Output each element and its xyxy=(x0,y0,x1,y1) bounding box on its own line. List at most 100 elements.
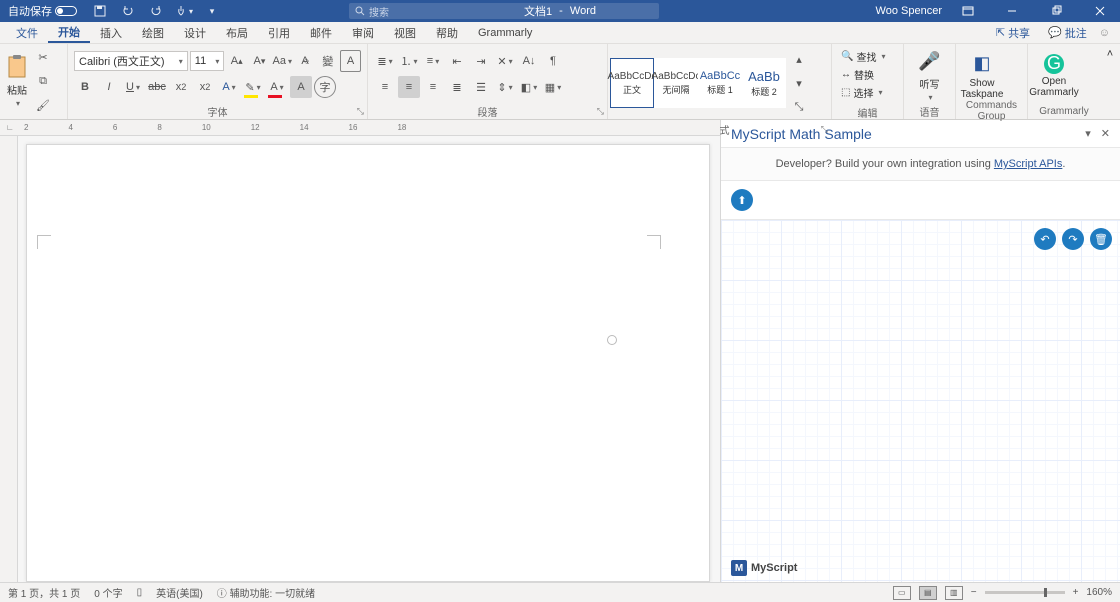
borders-icon[interactable]: ▦▾ xyxy=(542,76,564,98)
align-center-icon[interactable]: ≡ xyxy=(398,76,420,98)
word-count[interactable]: 0 个字 xyxy=(94,585,122,600)
tab-view[interactable]: 视图 xyxy=(384,22,426,43)
zoom-out-icon[interactable]: − xyxy=(971,587,977,598)
enclose-chars-icon[interactable]: A xyxy=(340,50,361,72)
highlight-icon[interactable]: ✎▾ xyxy=(242,76,264,98)
show-taskpane-button[interactable]: ◧ Show Taskpane xyxy=(956,48,1008,100)
restore-icon[interactable] xyxy=(1038,0,1074,22)
comments-button[interactable]: 💬批注 xyxy=(1042,25,1093,41)
horizontal-ruler[interactable]: ∟ 24681012141618 xyxy=(0,120,720,136)
save-icon[interactable] xyxy=(93,4,107,18)
line-spacing-icon[interactable]: ⇕▾ xyxy=(494,76,516,98)
dictate-button[interactable]: 🎤 听写▾ xyxy=(904,46,955,102)
phonetic-guide-icon[interactable]: 變 xyxy=(317,50,338,72)
vertical-ruler[interactable] xyxy=(0,136,18,582)
print-layout-icon[interactable]: ▤ xyxy=(919,586,937,600)
tab-selector-icon[interactable]: ∟ xyxy=(6,123,14,132)
style-heading1[interactable]: AaBbCc标题 1 xyxy=(698,58,742,108)
qat-customize-icon[interactable]: ▾ xyxy=(205,4,219,18)
upload-button[interactable]: ⬆ xyxy=(731,189,753,211)
minimize-icon[interactable] xyxy=(994,0,1030,22)
touch-mode-icon[interactable]: ▾ xyxy=(177,4,191,18)
zoom-in-icon[interactable]: + xyxy=(1073,587,1079,598)
ribbon-display-icon[interactable] xyxy=(950,0,986,22)
spellcheck-icon[interactable]: ▯ xyxy=(137,587,143,598)
change-case-icon[interactable]: Aa▾ xyxy=(272,50,293,72)
web-layout-icon[interactable]: ▥ xyxy=(945,586,963,600)
tab-layout[interactable]: 布局 xyxy=(216,22,258,43)
distribute-icon[interactable]: ☰ xyxy=(470,76,492,98)
show-marks-icon[interactable]: ¶ xyxy=(542,50,564,72)
tab-help[interactable]: 帮助 xyxy=(426,22,468,43)
replace-button[interactable]: ↔替换 xyxy=(838,66,888,83)
user-name[interactable]: Woo Spencer xyxy=(876,5,942,17)
asian-layout-icon[interactable]: ✕▾ xyxy=(494,50,516,72)
launcher-icon[interactable]: ⤡ xyxy=(357,106,364,117)
tab-draw[interactable]: 绘图 xyxy=(132,22,174,43)
redo-icon[interactable] xyxy=(149,4,163,18)
align-left-icon[interactable]: ≡ xyxy=(374,76,396,98)
myscript-apis-link[interactable]: MyScript APIs xyxy=(994,158,1062,170)
style-heading2[interactable]: AaBb标题 2 xyxy=(742,58,786,108)
tab-mail[interactable]: 邮件 xyxy=(300,22,342,43)
accessibility-status[interactable]: ⓘ 辅助功能: 一切就绪 xyxy=(217,585,315,600)
font-name-input[interactable]: Calibri (西文正文)▾ xyxy=(74,51,188,71)
collapse-ribbon-icon[interactable]: ˄ xyxy=(1100,44,1120,119)
open-grammarly-button[interactable]: G Open Grammarly xyxy=(1028,50,1080,98)
char-border-icon[interactable]: 字 xyxy=(314,76,336,98)
smiley-feedback-icon[interactable]: ☺ xyxy=(1099,27,1110,39)
increase-indent-icon[interactable]: ⇥ xyxy=(470,50,492,72)
grow-font-icon[interactable]: A▴ xyxy=(226,50,247,72)
pane-close-icon[interactable]: ✕ xyxy=(1101,127,1110,140)
decrease-indent-icon[interactable]: ⇤ xyxy=(446,50,468,72)
italic-icon[interactable]: I xyxy=(98,76,120,98)
tab-review[interactable]: 审阅 xyxy=(342,22,384,43)
font-color-icon[interactable]: A▾ xyxy=(266,76,288,98)
redo-button[interactable]: ↷ xyxy=(1062,228,1084,250)
delete-button[interactable]: 🗑 xyxy=(1090,228,1112,250)
zoom-slider[interactable] xyxy=(985,591,1065,594)
search-input[interactable]: 搜索 xyxy=(349,3,659,19)
paste-button[interactable]: 粘贴 ▾ xyxy=(6,54,28,108)
tab-home[interactable]: 开始 xyxy=(48,22,90,43)
undo-icon[interactable] xyxy=(121,4,135,18)
font-size-input[interactable]: 11▾ xyxy=(190,51,225,71)
select-button[interactable]: ⬚选择▾ xyxy=(838,84,888,101)
close-icon[interactable] xyxy=(1082,0,1118,22)
tab-references[interactable]: 引用 xyxy=(258,22,300,43)
multilevel-list-icon[interactable]: ≡▾ xyxy=(422,50,444,72)
styles-expand-icon[interactable]: ⤡ xyxy=(788,96,810,118)
tab-insert[interactable]: 插入 xyxy=(90,22,132,43)
tab-file[interactable]: 文件 xyxy=(6,22,48,43)
tab-grammarly[interactable]: Grammarly xyxy=(468,22,542,43)
language-status[interactable]: 英语(美国) xyxy=(156,585,203,600)
launcher-icon[interactable]: ⤡ xyxy=(821,124,828,135)
sort-icon[interactable]: A↓ xyxy=(518,50,540,72)
styles-scroll-up-icon[interactable]: ▴ xyxy=(788,48,810,70)
superscript-icon[interactable]: x2 xyxy=(194,76,216,98)
autosave-toggle[interactable]: 自动保存 xyxy=(2,3,83,19)
tab-design[interactable]: 设计 xyxy=(174,22,216,43)
style-normal[interactable]: AaBbCcDc正文 xyxy=(610,58,654,108)
justify-icon[interactable]: ≣ xyxy=(446,76,468,98)
align-right-icon[interactable]: ≡ xyxy=(422,76,444,98)
undo-button[interactable]: ↶ xyxy=(1034,228,1056,250)
strikethrough-icon[interactable]: abc xyxy=(146,76,168,98)
focus-mode-icon[interactable]: ▭ xyxy=(893,586,911,600)
zoom-level[interactable]: 160% xyxy=(1086,587,1112,598)
underline-icon[interactable]: U▾ xyxy=(122,76,144,98)
find-button[interactable]: 🔍查找▾ xyxy=(838,48,888,65)
shrink-font-icon[interactable]: A▾ xyxy=(249,50,270,72)
subscript-icon[interactable]: x2 xyxy=(170,76,192,98)
clear-format-icon[interactable]: A◇ xyxy=(295,50,316,72)
bullets-icon[interactable]: ≣▾ xyxy=(374,50,396,72)
page-count[interactable]: 第 1 页，共 1 页 xyxy=(8,585,80,600)
text-effects-icon[interactable]: A▾ xyxy=(218,76,240,98)
bold-icon[interactable]: B xyxy=(74,76,96,98)
char-shading-icon[interactable]: A xyxy=(290,76,312,98)
pane-menu-icon[interactable]: ▾ xyxy=(1085,127,1091,140)
style-no-spacing[interactable]: AaBbCcDc无间隔 xyxy=(654,58,698,108)
launcher-icon[interactable]: ⤡ xyxy=(597,106,604,117)
copy-icon[interactable]: ⧉ xyxy=(32,70,54,92)
shading-icon[interactable]: ◧▾ xyxy=(518,76,540,98)
